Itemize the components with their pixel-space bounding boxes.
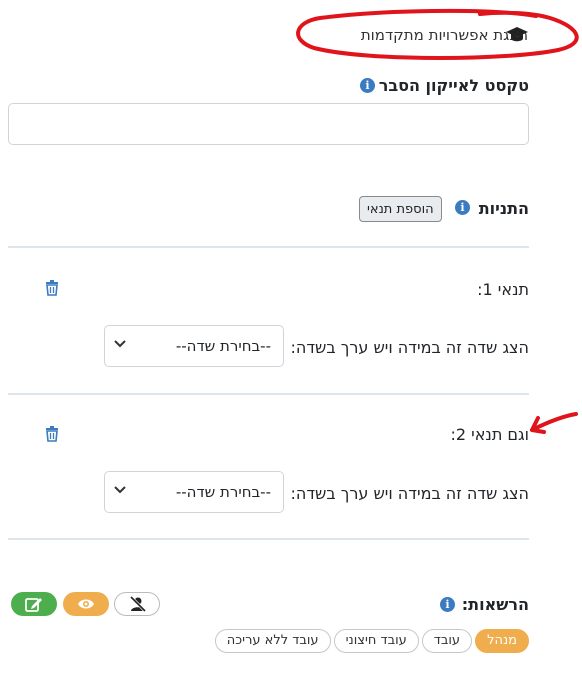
role-pill-external[interactable]: עובד חיצוני [333,629,419,653]
edit-button[interactable] [11,592,57,616]
chevron-down-icon [114,340,126,348]
advanced-options-label: הצגת אפשרויות מתקדמות [360,26,528,44]
edit-icon [25,598,42,612]
field-select[interactable]: --בחירת שדה-- [104,471,284,513]
conditions-info-icon[interactable]: i [455,200,470,215]
permissions-title: הרשאות: [462,595,529,614]
condition-title: וגם תנאי 2: [450,425,529,444]
tooltip-text-label: טקסט לאייקון הסבר [379,76,529,95]
condition-prompt-text: הצג שדה זה במידה ויש ערך בשדה: [290,338,529,357]
role-pill-manager[interactable]: מנהל [475,629,529,653]
condition-title-text: תנאי 1: [477,280,529,299]
condition-title: תנאי 1: [477,280,529,299]
view-button[interactable] [63,592,109,616]
eye-icon [78,599,94,609]
role-pill-no-edit[interactable]: עובד ללא עריכה [214,629,331,653]
tooltip-text-label-text: טקסט לאייקון הסבר [378,76,529,95]
select-value: --בחירת שדה-- [175,483,271,501]
select-value: --בחירת שדה-- [175,337,271,355]
divider [8,393,529,395]
conditions-title: התניות [479,199,529,218]
hide-user-button[interactable] [114,592,160,616]
condition-prompt: הצג שדה זה במידה ויש ערך בשדה: [290,484,529,503]
condition-title-text: וגם תנאי 2: [450,425,529,444]
info-icon[interactable]: i [360,78,375,93]
permissions-title-text: הרשאות: [461,595,529,614]
field-select[interactable]: --בחירת שדה-- [104,325,284,367]
role-pills: מנהלעובדעובד חיצוניעובד ללא עריכה [212,629,529,653]
permissions-info-icon[interactable]: i [440,597,455,612]
graduation-cap-icon [506,27,528,42]
conditions-title-text: התניות [478,199,529,218]
annotation-arrow [530,412,578,434]
divider [8,538,529,540]
condition-prompt: הצג שדה זה במידה ויש ערך בשדה: [290,338,529,357]
add-condition-button[interactable]: הוספת תנאי [359,196,442,222]
trash-icon[interactable] [45,280,59,296]
tooltip-text-input[interactable] [8,103,529,145]
role-pill-employee[interactable]: עובד [421,629,473,653]
chevron-down-icon [114,486,126,494]
condition-prompt-text: הצג שדה זה במידה ויש ערך בשדה: [290,484,529,503]
divider [8,246,529,248]
hide-user-icon [129,596,147,612]
advanced-options-link[interactable]: הצגת אפשרויות מתקדמות [361,26,528,44]
trash-icon[interactable] [45,426,59,442]
